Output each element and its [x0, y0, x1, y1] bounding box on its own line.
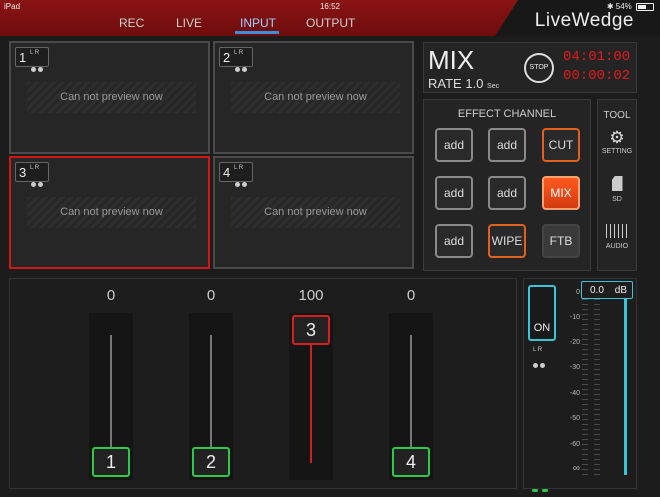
tab-input[interactable]: INPUT [240, 16, 276, 30]
battery-icon [636, 2, 654, 11]
audio-lr-indicator [235, 173, 249, 192]
preview-unavailable-message: Can not preview now [27, 197, 196, 228]
audio-label: AUDIO [605, 243, 629, 250]
input-number-badge: 1 L R [15, 47, 49, 72]
effect-add-button[interactable]: add [488, 128, 526, 162]
audio-lr-indicator [235, 58, 249, 77]
master-db-display[interactable]: 0.0 dB [581, 281, 633, 299]
audio-lr-indicator [31, 173, 45, 192]
transition-status-panel: MIX RATE 1.0 Sec STOP 04:01:00 00:00:02 [423, 42, 637, 93]
app-logo: LiveWedge [534, 10, 634, 31]
effect-cut-button[interactable]: CUT [542, 128, 580, 162]
fader-channel-3: 100 3 [281, 279, 341, 488]
sd-label: SD [612, 196, 622, 203]
effect-add-button[interactable]: add [435, 128, 473, 162]
audio-on-toggle[interactable]: ON [528, 285, 556, 341]
gear-icon: ⚙ [609, 128, 625, 147]
fader-knob-1[interactable]: 1 [92, 447, 130, 477]
master-audio-panel: ON L R 0 -10 -20 -30 -40 -50 -60 ∞ 0.0 d… [523, 278, 637, 492]
fader-line [410, 335, 412, 461]
fader-value: 0 [106, 287, 116, 304]
setting-label: SETTING [601, 148, 633, 155]
input-preview-2[interactable]: 2 L R Can not preview now [213, 41, 414, 154]
fader-channel-4: 0 4 [381, 279, 441, 488]
fader-channel-2: 0 2 [181, 279, 241, 488]
db-meter-gap [588, 299, 594, 479]
fader-value: 0 [206, 287, 216, 304]
effect-mix-button[interactable]: MIX [542, 176, 580, 210]
fader-line [110, 335, 112, 461]
rate-label: RATE [428, 76, 462, 91]
sd-tool[interactable]: SD [598, 176, 636, 203]
sd-card-icon [611, 176, 623, 191]
input-number-badge: 2 L R [219, 47, 253, 72]
fader-value: 100 [298, 287, 324, 304]
fader-channel-1: 0 1 [81, 279, 141, 488]
fader-value: 0 [406, 287, 416, 304]
tab-rec[interactable]: REC [119, 16, 144, 30]
transition-rate[interactable]: RATE 1.0 Sec [428, 76, 499, 91]
db-tick: -30 [569, 364, 580, 371]
db-unit: dB [614, 285, 627, 296]
input-preview-4[interactable]: 4 L R Can not preview now [213, 156, 414, 269]
fader-knob-4[interactable]: 4 [392, 447, 430, 477]
effect-add-button[interactable]: add [488, 176, 526, 210]
db-tick: 0 [576, 289, 580, 296]
fader-line [310, 327, 312, 463]
transition-mode-title: MIX [428, 45, 475, 75]
effect-wipe-button[interactable]: WIPE [488, 224, 526, 258]
preview-unavailable-message: Can not preview now [231, 197, 400, 228]
db-tick: ∞ [572, 463, 580, 474]
stop-button[interactable]: STOP [524, 53, 554, 83]
preview-unavailable-message: Can not preview now [27, 82, 196, 113]
tab-output[interactable]: OUTPUT [306, 16, 355, 30]
audio-lr-label: L R [533, 347, 543, 353]
audio-mixer-icon [606, 224, 628, 238]
effect-add-button[interactable]: add [435, 176, 473, 210]
elapsed-timer: 00:00:02 [563, 68, 631, 84]
setting-tool[interactable]: ⚙ SETTING [598, 128, 636, 155]
db-tick: -10 [569, 314, 580, 321]
db-tick: -60 [569, 441, 580, 448]
effect-channel-title: EFFECT CHANNEL [457, 108, 557, 120]
rate-value: 1.0 [465, 76, 484, 91]
recording-timer: 04:01:00 [563, 49, 631, 65]
input-faders-panel: 0 1 0 2 100 3 0 4 [9, 278, 517, 489]
db-scale: 0 -10 -20 -30 -40 -50 -60 ∞ [554, 279, 580, 488]
tool-title: TOOL [603, 110, 631, 121]
input-preview-1[interactable]: 1 L R Can not preview now [9, 41, 210, 154]
audio-lr-indicator [533, 355, 547, 373]
tab-live[interactable]: LIVE [176, 16, 202, 30]
audio-tool[interactable]: AUDIO [598, 224, 636, 250]
db-tick: -20 [569, 339, 580, 346]
effect-ftb-button[interactable]: FTB [542, 224, 580, 258]
input-preview-3[interactable]: 3 L R Can not preview now [9, 156, 210, 269]
effect-add-button[interactable]: add [435, 224, 473, 258]
active-tab-indicator [235, 31, 279, 34]
fader-knob-2[interactable]: 2 [192, 447, 230, 477]
master-level-slider[interactable] [624, 299, 627, 475]
preview-unavailable-message: Can not preview now [231, 82, 400, 113]
db-tick: -40 [569, 390, 580, 397]
fader-knob-3[interactable]: 3 [292, 315, 330, 345]
db-value: 0.0 [590, 285, 604, 296]
effect-channel-panel: EFFECT CHANNEL add add CUT add add MIX a… [423, 99, 591, 271]
db-tick: -50 [569, 415, 580, 422]
input-preview-grid: 1 L R Can not preview now 2 L R Can not … [9, 41, 417, 271]
audio-signal-indicator [532, 479, 552, 497]
input-number-badge: 3 L R [15, 162, 49, 187]
fader-line [210, 335, 212, 461]
tool-panel: TOOL ⚙ SETTING SD AUDIO [597, 99, 637, 271]
audio-lr-indicator [31, 58, 45, 77]
input-number-badge: 4 L R [219, 162, 253, 187]
rate-unit: Sec [487, 83, 500, 90]
